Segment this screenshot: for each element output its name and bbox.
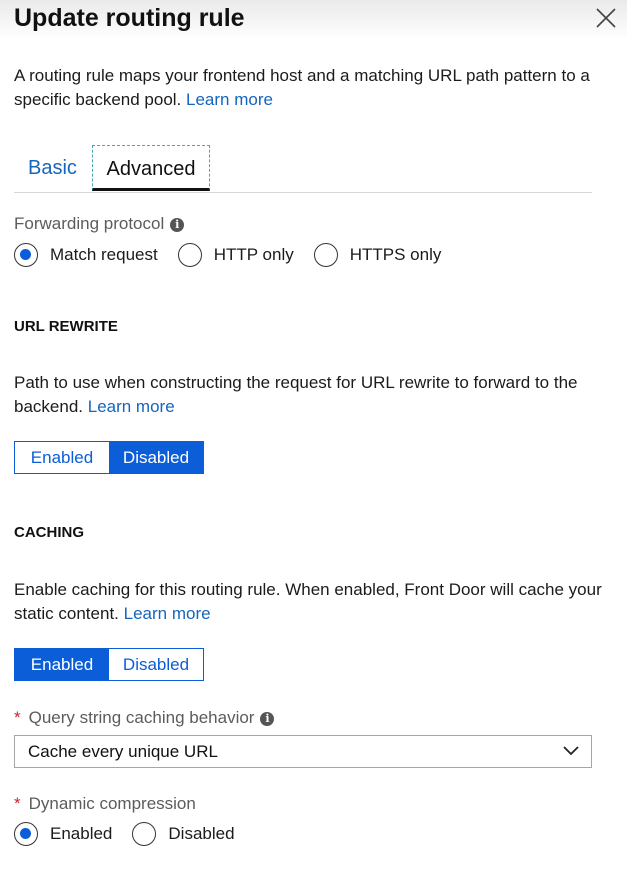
radio-unselected-icon[interactable] <box>313 243 338 267</box>
caching-heading: CACHING <box>14 524 84 541</box>
required-marker: * <box>14 794 21 813</box>
radio-compression-enabled[interactable]: Enabled <box>14 822 112 846</box>
radio-unselected-icon[interactable] <box>132 822 157 846</box>
forwarding-protocol-label: Forwarding protocol i <box>14 214 185 234</box>
radio-label: Enabled <box>50 824 113 843</box>
url-rewrite-toggle: Enabled Disabled <box>14 441 204 474</box>
caching-description: Enable caching for this routing rule. Wh… <box>14 578 614 626</box>
radio-http-only[interactable]: HTTP only <box>177 243 294 267</box>
caching-disabled-button[interactable]: Disabled <box>109 649 203 680</box>
radio-compression-disabled[interactable]: Disabled <box>132 822 235 846</box>
query-string-dropdown[interactable]: Cache every unique URL <box>14 735 592 768</box>
radio-unselected-icon[interactable] <box>177 243 202 267</box>
tab-advanced[interactable]: Advanced <box>92 145 210 191</box>
url-rewrite-description: Path to use when constructing the reques… <box>14 371 614 419</box>
caching-enabled-button[interactable]: Enabled <box>15 649 109 680</box>
info-icon[interactable]: i <box>170 218 185 232</box>
panel-title: Update routing rule <box>14 4 245 32</box>
forwarding-protocol-text: Forwarding protocol <box>14 214 165 233</box>
radio-https-only[interactable]: HTTPS only <box>313 243 442 267</box>
url-rewrite-disabled-button[interactable]: Disabled <box>109 442 203 473</box>
tab-basic[interactable]: Basic <box>28 145 77 191</box>
query-string-label: * Query string caching behavior i <box>14 708 275 728</box>
info-icon[interactable]: i <box>260 712 275 726</box>
caching-learn-more-link[interactable]: Learn more <box>124 604 211 623</box>
chevron-down-icon <box>563 746 579 756</box>
tab-bar: Basic Advanced <box>14 145 592 193</box>
intro-learn-more-link[interactable]: Learn more <box>186 90 273 109</box>
intro-description: A routing rule maps your frontend host a… <box>14 64 614 112</box>
radio-label: HTTPS only <box>349 245 442 264</box>
query-string-value: Cache every unique URL <box>28 742 218 761</box>
url-rewrite-learn-more-link[interactable]: Learn more <box>88 397 175 416</box>
url-rewrite-heading: URL REWRITE <box>14 318 118 335</box>
caching-toggle: Enabled Disabled <box>14 648 204 681</box>
close-icon[interactable] <box>594 6 618 30</box>
radio-selected-icon[interactable] <box>14 822 38 846</box>
radio-match-request[interactable]: Match request <box>14 243 158 267</box>
dynamic-compression-label: * Dynamic compression <box>14 794 196 814</box>
dynamic-compression-label-text: Dynamic compression <box>28 794 196 813</box>
dynamic-compression-radio-group: Enabled Disabled <box>14 822 255 846</box>
url-rewrite-enabled-button[interactable]: Enabled <box>15 442 109 473</box>
query-string-label-text: Query string caching behavior <box>28 708 255 727</box>
radio-label: HTTP only <box>213 245 294 264</box>
radio-label: Disabled <box>168 824 235 843</box>
caching-text: Enable caching for this routing rule. Wh… <box>14 580 602 623</box>
forwarding-protocol-radio-group: Match request HTTP only HTTPS only <box>14 243 461 267</box>
intro-text: A routing rule maps your frontend host a… <box>14 66 590 109</box>
required-marker: * <box>14 708 21 727</box>
radio-selected-icon[interactable] <box>14 243 38 267</box>
radio-label: Match request <box>50 245 158 264</box>
